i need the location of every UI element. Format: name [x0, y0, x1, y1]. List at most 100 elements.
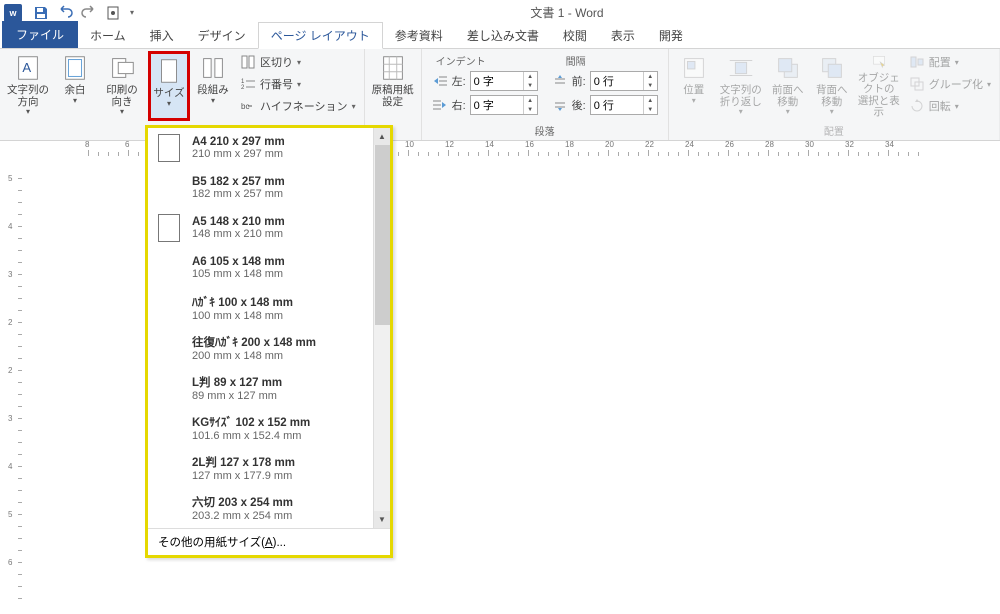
size-option-title: A5 148 x 210 mm	[192, 216, 285, 228]
size-option-dim: 89 mm x 127 mm	[192, 390, 282, 402]
position-button[interactable]: 位置▾	[673, 51, 715, 121]
orientation-button[interactable]: 印刷の 向き▾	[98, 51, 146, 121]
align-button[interactable]: 配置 ▾	[905, 51, 995, 73]
scroll-down-button[interactable]: ▼	[374, 511, 390, 528]
wrap-text-button[interactable]: 文字列の 折り返し▾	[717, 51, 765, 121]
line-numbers-button[interactable]: 12行番号 ▾	[236, 73, 360, 95]
size-option[interactable]: A4 210 x 297 mm210 mm x 297 mm	[148, 128, 390, 168]
line-numbers-icon: 12	[240, 76, 256, 92]
title-bar: w ▾ 文書 1 - Word	[0, 0, 1000, 25]
size-option-title: 往復ﾊｶﾞｷ 200 x 148 mm	[192, 334, 316, 350]
tab-0[interactable]: ホーム	[78, 23, 138, 48]
spinner-down[interactable]: ▼	[524, 81, 537, 90]
tab-1[interactable]: 挿入	[138, 23, 186, 48]
size-option-title: 2L判 127 x 178 mm	[192, 454, 295, 470]
size-option-title: L判 89 x 127 mm	[192, 374, 282, 390]
wrap-text-icon	[726, 53, 756, 83]
spacing-after-input[interactable]: ▲▼	[590, 95, 658, 115]
size-option-title: ﾊｶﾞｷ 100 x 148 mm	[192, 294, 293, 310]
size-option-title: KGｻｲｽﾞ 102 x 152 mm	[192, 414, 310, 430]
breaks-button[interactable]: 区切り ▾	[236, 51, 360, 73]
margins-button[interactable]: 余白▾	[54, 51, 96, 121]
text-direction-button[interactable]: A 文字列の 方向▾	[4, 51, 52, 121]
size-option[interactable]: 2L判 127 x 178 mm127 mm x 177.9 mm	[148, 448, 390, 488]
size-option[interactable]: 往復ﾊｶﾞｷ 200 x 148 mm200 mm x 148 mm	[148, 328, 390, 368]
vertical-ruler[interactable]: 543223456	[0, 158, 28, 614]
size-option-dim: 203.2 mm x 254 mm	[192, 510, 293, 522]
more-paper-sizes-button[interactable]: その他の用紙サイズ(A)...	[148, 528, 390, 555]
size-option[interactable]: L判 89 x 127 mm89 mm x 127 mm	[148, 368, 390, 408]
page-thumb-icon	[158, 134, 180, 162]
orientation-icon	[107, 53, 137, 83]
indent-header: インデント	[436, 53, 486, 68]
margins-icon	[60, 53, 90, 83]
spacing-before-icon	[552, 73, 568, 89]
touch-mode-button[interactable]	[102, 2, 124, 24]
send-backward-button[interactable]: 背面へ 移動▾	[811, 51, 853, 121]
rotate-icon	[909, 98, 925, 114]
size-menu-scrollbar[interactable]: ▲ ▼	[373, 128, 390, 528]
tab-8[interactable]: 開発	[647, 23, 695, 48]
tab-3[interactable]: ページ レイアウト	[258, 22, 383, 49]
selection-pane-icon	[864, 53, 894, 71]
size-option-title: B5 182 x 257 mm	[192, 176, 285, 188]
scroll-thumb[interactable]	[375, 145, 390, 325]
indent-right-icon	[432, 97, 448, 113]
page-size-icon	[154, 56, 184, 86]
size-option-dim: 105 mm x 148 mm	[192, 268, 285, 280]
manuscript-button[interactable]: 原稿用紙 設定	[369, 51, 417, 121]
size-option[interactable]: A5 148 x 210 mm148 mm x 210 mm	[148, 208, 390, 248]
scroll-up-button[interactable]: ▲	[374, 128, 390, 145]
tab-2[interactable]: デザイン	[186, 23, 258, 48]
page-thumb-icon	[158, 214, 180, 242]
spacing-header: 間隔	[566, 53, 586, 68]
tab-7[interactable]: 表示	[599, 23, 647, 48]
group-label-arrange: 配置	[673, 122, 995, 140]
align-icon	[909, 54, 925, 70]
rotate-button[interactable]: 回転 ▾	[905, 95, 995, 117]
size-option[interactable]: 六切 203 x 254 mm203.2 mm x 254 mm	[148, 488, 390, 528]
tab-4[interactable]: 参考資料	[383, 23, 455, 48]
qat-customize-button[interactable]: ▾	[126, 2, 138, 24]
tab-file[interactable]: ファイル	[2, 21, 78, 48]
spacing-before-input[interactable]: ▲▼	[590, 71, 658, 91]
svg-text:A: A	[22, 60, 31, 75]
hyphenation-button[interactable]: bcハイフネーション ▾	[236, 95, 360, 117]
size-option[interactable]: B5 182 x 257 mm182 mm x 257 mm	[148, 168, 390, 208]
svg-text:2: 2	[241, 85, 245, 91]
bring-forward-icon	[773, 53, 803, 83]
manuscript-icon	[378, 53, 408, 83]
group-paragraph: インデント 間隔 左: ▲▼ 前: ▲▼ 右: ▲▼ 後: ▲▼ 段落	[422, 49, 669, 140]
tab-5[interactable]: 差し込み文書	[455, 23, 551, 48]
columns-button[interactable]: 段組み▾	[192, 51, 234, 121]
size-option[interactable]: A6 105 x 148 mm105 mm x 148 mm	[148, 248, 390, 288]
size-option-dim: 148 mm x 210 mm	[192, 228, 285, 240]
group-objects-button[interactable]: グループ化 ▾	[905, 73, 995, 95]
size-option-title: 六切 203 x 254 mm	[192, 494, 293, 510]
group-label-paragraph: 段落	[426, 122, 664, 140]
group-arrange: 位置▾ 文字列の 折り返し▾ 前面へ 移動▾ 背面へ 移動▾ オブジェクトの 選…	[669, 49, 1000, 140]
size-button[interactable]: サイズ▾	[148, 51, 190, 121]
position-icon	[679, 53, 709, 83]
size-option[interactable]: ﾊｶﾞｷ 100 x 148 mm100 mm x 148 mm	[148, 288, 390, 328]
size-option-dim: 100 mm x 148 mm	[192, 310, 293, 322]
size-option[interactable]: KGｻｲｽﾞ 102 x 152 mm101.6 mm x 152.4 mm	[148, 408, 390, 448]
tab-6[interactable]: 校閲	[551, 23, 599, 48]
size-option-title: A6 105 x 148 mm	[192, 256, 285, 268]
columns-icon	[198, 53, 228, 83]
size-option-dim: 182 mm x 257 mm	[192, 188, 285, 200]
hyphenation-icon: bc	[240, 98, 256, 114]
indent-left-input[interactable]: ▲▼	[470, 71, 538, 91]
breaks-icon	[240, 54, 256, 70]
size-option-title: A4 210 x 297 mm	[192, 136, 285, 148]
bring-forward-button[interactable]: 前面へ 移動▾	[767, 51, 809, 121]
page-size-menu: A4 210 x 297 mm210 mm x 297 mmB5 182 x 2…	[145, 125, 393, 558]
redo-button[interactable]	[78, 2, 100, 24]
selection-pane-button[interactable]: オブジェクトの 選択と表示	[855, 51, 903, 121]
text-direction-icon: A	[13, 53, 43, 83]
word-app-icon: w	[4, 4, 22, 22]
size-option-dim: 101.6 mm x 152.4 mm	[192, 430, 310, 442]
window-title: 文書 1 - Word	[138, 4, 996, 21]
spinner-up[interactable]: ▲	[524, 72, 537, 81]
indent-right-input[interactable]: ▲▼	[470, 95, 538, 115]
